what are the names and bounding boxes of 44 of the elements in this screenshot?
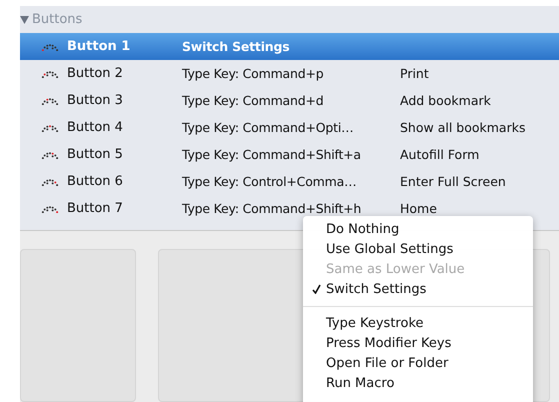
button-row[interactable]: Button 3 Type Key: Command+d Add bookmark — [20, 87, 559, 114]
button-action: Type Key: Command+p — [182, 66, 324, 81]
controller-icon — [40, 96, 60, 104]
menu-item[interactable]: Switch Settings — [303, 279, 533, 299]
button-action: Type Key: Command+Shift+h — [182, 201, 362, 216]
button-row[interactable]: Button 4 Type Key: Command+Opti… Show all bookmarks — [20, 114, 559, 141]
button-row[interactable]: Button 6 Type Key: Control+Comma… Enter Full Screen — [20, 168, 559, 195]
action-description: Print — [400, 66, 429, 81]
menu-item[interactable]: Run Macro — [303, 373, 533, 393]
section-title: Buttons — [32, 12, 82, 27]
button-row[interactable]: Button 5 Type Key: Command+Shift+a Autofill Form — [20, 141, 559, 168]
button-action: Type Key: Command+d — [182, 93, 324, 108]
controller-icon — [40, 42, 60, 50]
button-name: Button 3 — [67, 93, 124, 108]
controller-icon — [40, 204, 60, 212]
disclosure-triangle-icon[interactable] — [20, 16, 29, 24]
button-action: Type Key: Control+Comma… — [182, 174, 358, 189]
button-name: Button 1 — [67, 39, 132, 54]
button-row[interactable]: Button 1 Switch Settings — [20, 33, 559, 60]
button-name: Button 5 — [67, 147, 124, 162]
button-row[interactable]: Button 2 Type Key: Command+p Print — [20, 60, 559, 87]
action-description: Autofill Form — [400, 147, 480, 162]
action-description: Show all bookmarks — [400, 120, 526, 135]
button-name: Button 7 — [67, 201, 124, 216]
controller-icon — [40, 70, 60, 78]
button-row[interactable]: Button 7 Type Key: Command+Shift+h Home — [20, 195, 559, 222]
action-description: Enter Full Screen — [400, 174, 506, 189]
menu-item[interactable]: Type Keystroke — [303, 313, 533, 333]
action-description: Add bookmark — [400, 93, 491, 108]
controller-icon — [40, 150, 60, 158]
menu-item[interactable]: Do Nothing — [303, 219, 533, 239]
menu-item[interactable]: Open File or Folder — [303, 353, 533, 373]
menu-item[interactable]: Press Modifier Keys — [303, 333, 533, 353]
menu-item[interactable]: Use Global Settings — [303, 239, 533, 259]
button-name: Button 4 — [67, 120, 124, 135]
button-name: Button 6 — [67, 174, 124, 189]
button-name: Button 2 — [67, 66, 124, 81]
button-action: Switch Settings — [182, 39, 290, 54]
button-action: Type Key: Command+Shift+a — [182, 147, 362, 162]
button-action: Type Key: Command+Opti… — [182, 120, 354, 135]
controller-icon — [40, 178, 60, 186]
controller-icon — [40, 124, 60, 132]
checkmark-icon — [312, 284, 321, 294]
action-description: Home — [400, 201, 437, 216]
